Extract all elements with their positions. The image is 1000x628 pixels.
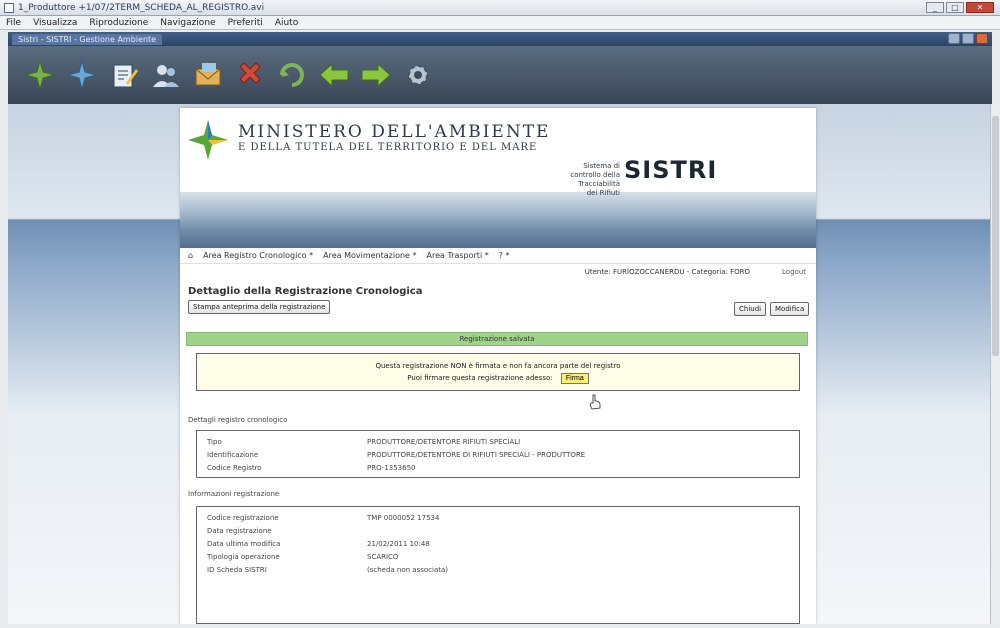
browser-content: MINISTERO DELL'AMBIENTE E DELLA TUTELA D…: [8, 104, 990, 624]
minimize-button[interactable]: _: [926, 2, 944, 13]
home-icon[interactable]: ⌂: [188, 251, 193, 260]
page-title: Dettaglio della Registrazione Cronologic…: [188, 286, 423, 297]
main-nav: ⌂ Area Registro Cronologico * Area Movim…: [180, 248, 816, 264]
user-label: Utente: FURIOZOCCANERDU - Categoria: FOR…: [584, 268, 751, 276]
nav-item-movimentazione[interactable]: Area Movimentazione *: [323, 251, 416, 260]
users-icon[interactable]: [148, 57, 184, 93]
hand-cursor-icon: [589, 394, 601, 410]
nav-item-help[interactable]: ? *: [499, 251, 510, 260]
ministry-subtitle: E DELLA TUTELA DEL TERRITORIO E DEL MARE: [238, 142, 538, 153]
register-heading: Dettagli registro cronologico: [188, 416, 288, 424]
nav-item-registro[interactable]: Area Registro Cronologico *: [203, 251, 313, 260]
unsigned-warning: Questa registrazione NON è firmata e non…: [375, 362, 621, 370]
star-cross-icon[interactable]: [22, 57, 58, 93]
registration-row: Tipologia operazione SCARICO: [207, 552, 399, 561]
sistri-page: MINISTERO DELL'AMBIENTE E DELLA TUTELA D…: [180, 108, 816, 624]
maximize-button[interactable]: □: [946, 2, 964, 13]
window-titlebar: 1_Produttore +1/07/2TERM_SCHEDA_AL_REGIS…: [0, 0, 1000, 16]
tab-minimize-button[interactable]: [948, 33, 960, 44]
menu-item-help[interactable]: Aiuto: [275, 18, 298, 28]
success-bar: Registrazione salvata: [186, 332, 808, 346]
sign-notice: Questa registrazione NON è firmata e non…: [196, 353, 800, 391]
edit-button[interactable]: Modifica: [770, 302, 810, 316]
menu-item-playback[interactable]: Riproduzione: [89, 18, 148, 28]
star-cross-add-icon[interactable]: [64, 57, 100, 93]
registration-row: Data ultima modifica 21/02/2011 10:48: [207, 539, 430, 548]
menu-item-file[interactable]: File: [6, 18, 21, 28]
browser-tab-strip: Sistri - SISTRI - Gestione Ambiente: [8, 32, 992, 46]
sistri-logo: SISTRI: [624, 156, 718, 184]
tab-restore-button[interactable]: [962, 33, 974, 44]
ministry-title: MINISTERO DELL'AMBIENTE: [238, 122, 551, 142]
close-button[interactable]: Chiudi: [734, 302, 767, 316]
menu-item-view[interactable]: Visualizza: [33, 18, 77, 28]
user-info: Utente: FURIOZOCCANERDU - Categoria: FOR…: [180, 264, 816, 280]
window-controls: _ □ ✕: [926, 2, 994, 13]
vertical-scrollbar[interactable]: [990, 104, 1000, 624]
delete-icon[interactable]: [232, 57, 268, 93]
menu-bar: File Visualizza Riproduzione Navigazione…: [0, 16, 1000, 30]
registration-row: Codice registrazione TMP 0000052 17534: [207, 513, 440, 522]
toolbar: [8, 46, 992, 104]
register-row: Tipo PRODUTTORE/DETENTORE RIFIUTI SPECIAL…: [207, 437, 521, 446]
gear-icon[interactable]: [400, 57, 436, 93]
app-icon: [4, 2, 14, 13]
menu-item-favorites[interactable]: Preferiti: [228, 18, 263, 28]
window-title: 1_Produttore +1/07/2TERM_SCHEDA_AL_REGIS…: [18, 2, 265, 13]
nav-item-trasporti[interactable]: Area Trasporti *: [427, 251, 489, 260]
document-edit-icon[interactable]: [106, 57, 142, 93]
register-row: Identificazione PRODUTTORE/DETENTORE DI R…: [207, 450, 586, 459]
registration-heading: Informazioni registrazione: [188, 490, 280, 498]
register-row: Codice Registro PRO-1353650: [207, 463, 416, 472]
header-banner: MINISTERO DELL'AMBIENTE E DELLA TUTELA D…: [180, 108, 816, 248]
refresh-icon[interactable]: [274, 57, 310, 93]
close-window-button[interactable]: ✕: [966, 2, 994, 13]
print-preview-button[interactable]: Stampa anteprima della registrazione: [188, 300, 331, 314]
mail-icon[interactable]: [190, 57, 226, 93]
sign-prompt: Puoi firmare questa registrazione adesso…: [407, 374, 553, 382]
arrow-right-icon[interactable]: [358, 57, 394, 93]
scrollbar-thumb[interactable]: [992, 116, 999, 356]
system-caption: Sistema di controllo della Tracciabilità…: [570, 162, 620, 197]
register-box: Tipo PRODUTTORE/DETENTORE RIFIUTI SPECIAL…: [196, 430, 800, 478]
sign-button[interactable]: Firma: [560, 373, 589, 384]
browser-tab[interactable]: Sistri - SISTRI - Gestione Ambiente: [12, 33, 163, 45]
ministry-logo-icon: [188, 120, 228, 160]
registration-row: Data registrazione: [207, 526, 272, 535]
banner-sea-image: [180, 192, 816, 248]
tab-close-button[interactable]: [976, 33, 988, 44]
registration-row: ID Scheda SISTRI (scheda non associata): [207, 565, 449, 574]
menu-item-navigation[interactable]: Navigazione: [160, 18, 215, 28]
registration-box: Codice registrazione TMP 0000052 17534 Da…: [196, 506, 800, 624]
arrow-left-icon[interactable]: [316, 57, 352, 93]
tab-controls: [948, 33, 988, 44]
sign-prompt-row: Puoi firmare questa registrazione adesso…: [197, 372, 799, 384]
logout-link[interactable]: Logout: [782, 268, 806, 276]
